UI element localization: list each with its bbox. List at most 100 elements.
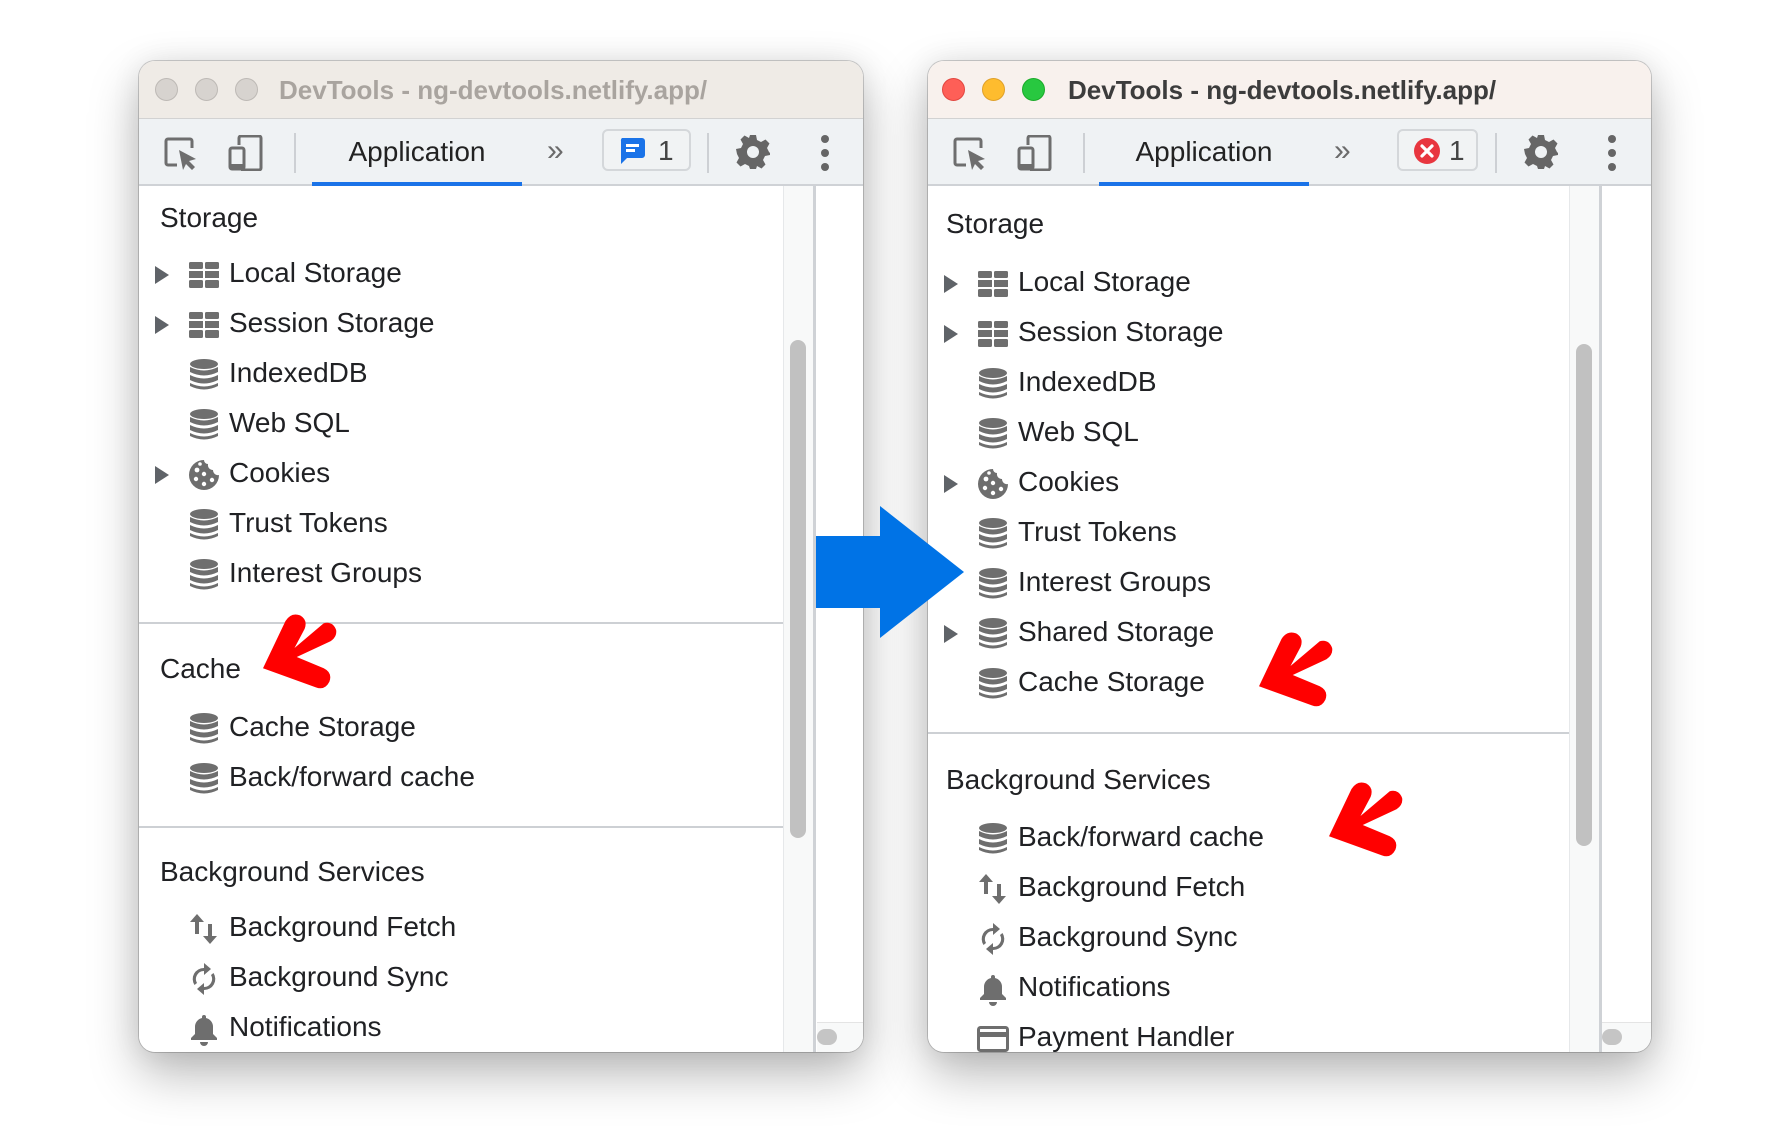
highlight-arrow-cache-heading	[254, 612, 344, 702]
item-label: Web SQL	[229, 407, 350, 438]
more-options-icon[interactable]	[820, 133, 830, 173]
sidebar-scrollbar[interactable]	[783, 186, 816, 1052]
cookie-icon	[976, 467, 1010, 501]
table-icon	[187, 258, 221, 292]
issues-badge[interactable]: 1	[602, 129, 691, 171]
expand-arrow-icon[interactable]	[944, 475, 958, 493]
database-icon	[187, 712, 221, 746]
database-icon	[187, 508, 221, 542]
scrollbar-thumb[interactable]	[790, 340, 806, 838]
up-down-arrows-icon	[976, 872, 1010, 906]
table-icon	[976, 267, 1010, 301]
item-label: Trust Tokens	[229, 507, 388, 538]
scrollbar-thumb[interactable]	[817, 1029, 837, 1045]
database-icon	[976, 367, 1010, 401]
settings-gear-icon[interactable]	[734, 133, 772, 171]
item-label: Cookies	[229, 457, 331, 488]
section-divider	[139, 622, 783, 624]
highlight-arrow-cache-storage	[1250, 630, 1340, 720]
more-options-icon[interactable]	[1607, 133, 1617, 173]
application-sidebar: Storage Local Storage Session Storage In…	[139, 186, 783, 1052]
devtools-toolbar: Application » 1	[928, 119, 1651, 186]
more-tabs-button[interactable]: »	[1334, 133, 1351, 169]
zoom-button[interactable]	[1022, 78, 1045, 101]
tab-label: Application	[348, 136, 486, 167]
transition-arrow-icon	[816, 506, 964, 638]
cookie-icon	[187, 458, 221, 492]
section-divider	[928, 732, 1569, 734]
window-title: DevTools - ng-devtools.netlify.app/	[1068, 75, 1497, 105]
minimize-button[interactable]	[195, 78, 218, 101]
table-icon	[976, 317, 1010, 351]
expand-arrow-icon[interactable]	[155, 266, 169, 284]
item-label: Interest Groups	[229, 557, 422, 588]
bell-icon	[187, 1012, 221, 1046]
sidebar-scrollbar[interactable]	[1569, 186, 1602, 1052]
toolbar-separator	[294, 133, 296, 173]
item-label: Web SQL	[1018, 416, 1139, 447]
database-icon	[187, 558, 221, 592]
section-title-cache: Cache	[160, 653, 241, 684]
close-button[interactable]	[942, 78, 965, 101]
toolbar-separator	[707, 133, 709, 173]
sync-icon	[976, 922, 1010, 956]
inspect-element-icon[interactable]	[163, 135, 199, 171]
message-icon	[618, 136, 646, 166]
item-label: IndexedDB	[229, 357, 368, 388]
title-bar: DevTools - ng-devtools.netlify.app/	[928, 61, 1651, 119]
database-icon	[976, 567, 1010, 601]
expand-arrow-icon[interactable]	[155, 466, 169, 484]
horizontal-scrollbar[interactable]	[1602, 1022, 1651, 1052]
more-tabs-button[interactable]: »	[547, 133, 564, 169]
item-label: Background Sync	[229, 961, 449, 992]
database-icon	[187, 408, 221, 442]
expand-arrow-icon[interactable]	[155, 316, 169, 334]
expand-arrow-icon[interactable]	[944, 325, 958, 343]
tab-application[interactable]: Application	[1099, 119, 1309, 186]
scrollbar-thumb[interactable]	[1576, 344, 1592, 846]
devtools-window-left: DevTools - ng-devtools.netlify.app/ Appl…	[139, 61, 863, 1052]
devtools-toolbar: Application » 1	[139, 119, 863, 186]
bell-icon	[976, 972, 1010, 1006]
horizontal-scrollbar[interactable]	[817, 1022, 863, 1052]
credit-card-icon	[976, 1022, 1010, 1052]
error-icon	[1413, 137, 1441, 165]
close-button[interactable]	[155, 78, 178, 101]
issues-count: 1	[658, 135, 674, 166]
item-label: Back/forward cache	[1018, 821, 1264, 852]
item-label: Back/forward cache	[229, 761, 475, 792]
errors-badge[interactable]: 1	[1397, 129, 1478, 171]
section-title-storage: Storage	[946, 208, 1045, 239]
device-toolbar-icon[interactable]	[227, 135, 263, 171]
sync-icon	[187, 962, 221, 996]
item-label: Local Storage	[229, 257, 402, 288]
device-toolbar-icon[interactable]	[1016, 135, 1052, 171]
item-label: Trust Tokens	[1018, 516, 1177, 547]
application-sidebar: Storage Local Storage Session Storage In…	[928, 186, 1569, 1052]
table-icon	[187, 308, 221, 342]
item-label: Notifications	[1018, 971, 1171, 1002]
toolbar-separator	[1495, 133, 1497, 173]
tab-application[interactable]: Application	[312, 119, 522, 186]
main-panel	[1602, 186, 1651, 1052]
tab-label: Application	[1135, 136, 1273, 167]
item-label: Interest Groups	[1018, 566, 1211, 597]
minimize-button[interactable]	[982, 78, 1005, 101]
scrollbar-thumb[interactable]	[1602, 1029, 1622, 1045]
section-title-background-services: Background Services	[160, 856, 425, 887]
expand-arrow-icon[interactable]	[944, 275, 958, 293]
section-divider	[139, 826, 783, 828]
item-label: Cookies	[1018, 466, 1120, 497]
item-label: Local Storage	[1018, 266, 1191, 297]
item-label: Background Sync	[1018, 921, 1238, 952]
item-label: IndexedDB	[1018, 366, 1157, 397]
window-title: DevTools - ng-devtools.netlify.app/	[279, 75, 708, 105]
item-label: Session Storage	[229, 307, 435, 338]
inspect-element-icon[interactable]	[952, 135, 988, 171]
item-label: Shared Storage	[1018, 616, 1215, 647]
database-icon	[976, 417, 1010, 451]
zoom-button[interactable]	[235, 78, 258, 101]
settings-gear-icon[interactable]	[1522, 133, 1560, 171]
toolbar-separator	[1083, 133, 1085, 173]
database-icon	[976, 617, 1010, 651]
